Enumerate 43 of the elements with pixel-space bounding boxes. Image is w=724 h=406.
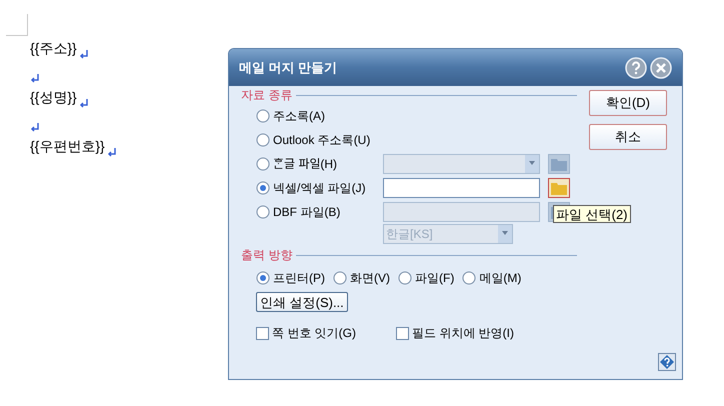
checkbox-label: 쪽 번호 잇기(G) [272,325,356,342]
help-button[interactable] [625,56,647,78]
option-label: DBF 파일(B) [273,204,340,221]
merge-field-text: {{성명}} [30,88,77,107]
paragraph-mark-icon [78,48,89,58]
margin-corner-mark [6,14,28,36]
paragraph-mark-icon [30,73,40,83]
dialog-button[interactable]: 취소 [589,124,667,150]
dialog-button[interactable]: 확인(D) [589,90,667,116]
radio-button[interactable] [256,109,270,123]
checkbox-label: 필드 위치에 반영(I) [412,325,514,342]
radio-button[interactable] [256,157,270,171]
paragraph-mark-icon [78,98,89,108]
radio-button[interactable] [256,205,270,219]
option-label: Outlook 주소록(U) [273,132,370,149]
option-label: 주소록(A) [273,108,325,125]
merge-field-text: {{주소}} [30,38,77,58]
tooltip: 파일 선택(2) [553,205,630,223]
radio-button[interactable] [256,181,270,195]
radio-button[interactable] [333,271,347,285]
radio-button[interactable] [462,271,476,285]
close-button[interactable] [650,56,672,78]
checkbox[interactable] [256,326,269,340]
option-label: 넥셀/엑셀 파일(J) [273,180,366,197]
merge-field-text: {{우편번호}} [30,136,105,156]
print-settings-button[interactable]: 인쇄 설정(S)... [256,292,348,312]
option-label: 프린터(P) [273,270,325,287]
radio-button[interactable] [256,133,270,147]
group-label: 자료 종류 [241,87,292,104]
group-label: 출력 방향 [241,247,292,264]
help-icon[interactable] [658,353,676,371]
radio-button[interactable] [398,271,412,285]
file-path-field[interactable] [383,178,540,198]
checkbox[interactable] [396,326,409,340]
option-label: ᄒᆞᆫ글 파일(H) [273,156,337,173]
option-label: 파일(F) [415,270,454,287]
paragraph-mark-icon [106,146,117,156]
option-label: 메일(M) [479,270,522,287]
folder-button[interactable] [548,178,570,198]
radio-button[interactable] [256,271,270,285]
window-title: 메일 머지 만들기 [239,58,338,77]
option-label: 화면(V) [350,270,390,287]
paragraph-mark-icon [30,122,40,132]
